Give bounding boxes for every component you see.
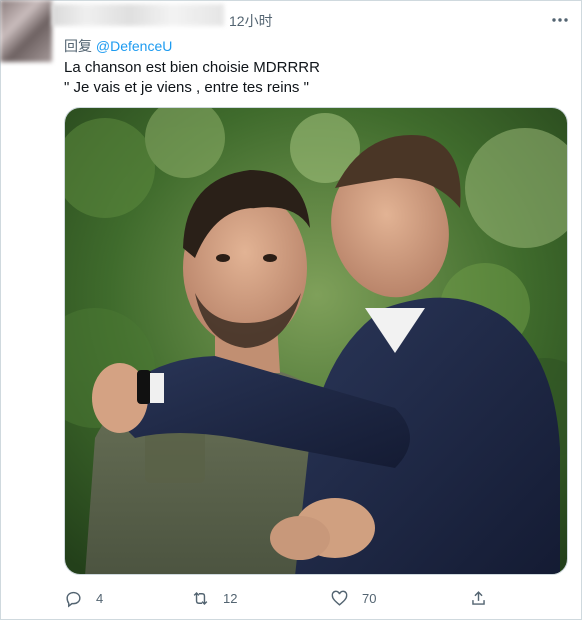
tweet-timestamp[interactable]: 12小时 (229, 11, 273, 31)
reply-button[interactable]: 4 (64, 586, 103, 610)
tweet-actions: 4 12 70 (64, 586, 504, 610)
tweet-text-line: " Je vais et je viens , entre tes reins … (64, 79, 309, 96)
reply-count: 4 (96, 590, 104, 606)
reply-icon (66, 591, 81, 607)
retweet-button[interactable]: 12 (191, 586, 237, 610)
photo-two-men-embracing (65, 108, 567, 574)
tweet-text: La chanson est bien choisie MDRRRR " Je … (64, 58, 320, 98)
reply-to-mention-link[interactable]: @DefenceU (96, 38, 172, 54)
retweet-icon (193, 591, 208, 605)
more-options-icon[interactable] (550, 10, 570, 30)
share-icon (472, 590, 485, 605)
reply-context: 回复 @DefenceU (64, 36, 172, 56)
like-count: 70 (362, 590, 377, 606)
tweet-text-line: La chanson est bien choisie MDRRRR (64, 59, 320, 76)
tweet-photo[interactable] (64, 107, 568, 575)
avatar[interactable] (0, 0, 52, 62)
like-button[interactable]: 70 (330, 586, 376, 610)
author-name-redacted[interactable] (52, 4, 224, 26)
share-button[interactable] (469, 586, 488, 610)
reply-prefix: 回复 (64, 38, 92, 54)
heart-icon (331, 590, 348, 606)
retweet-count: 12 (223, 590, 238, 606)
